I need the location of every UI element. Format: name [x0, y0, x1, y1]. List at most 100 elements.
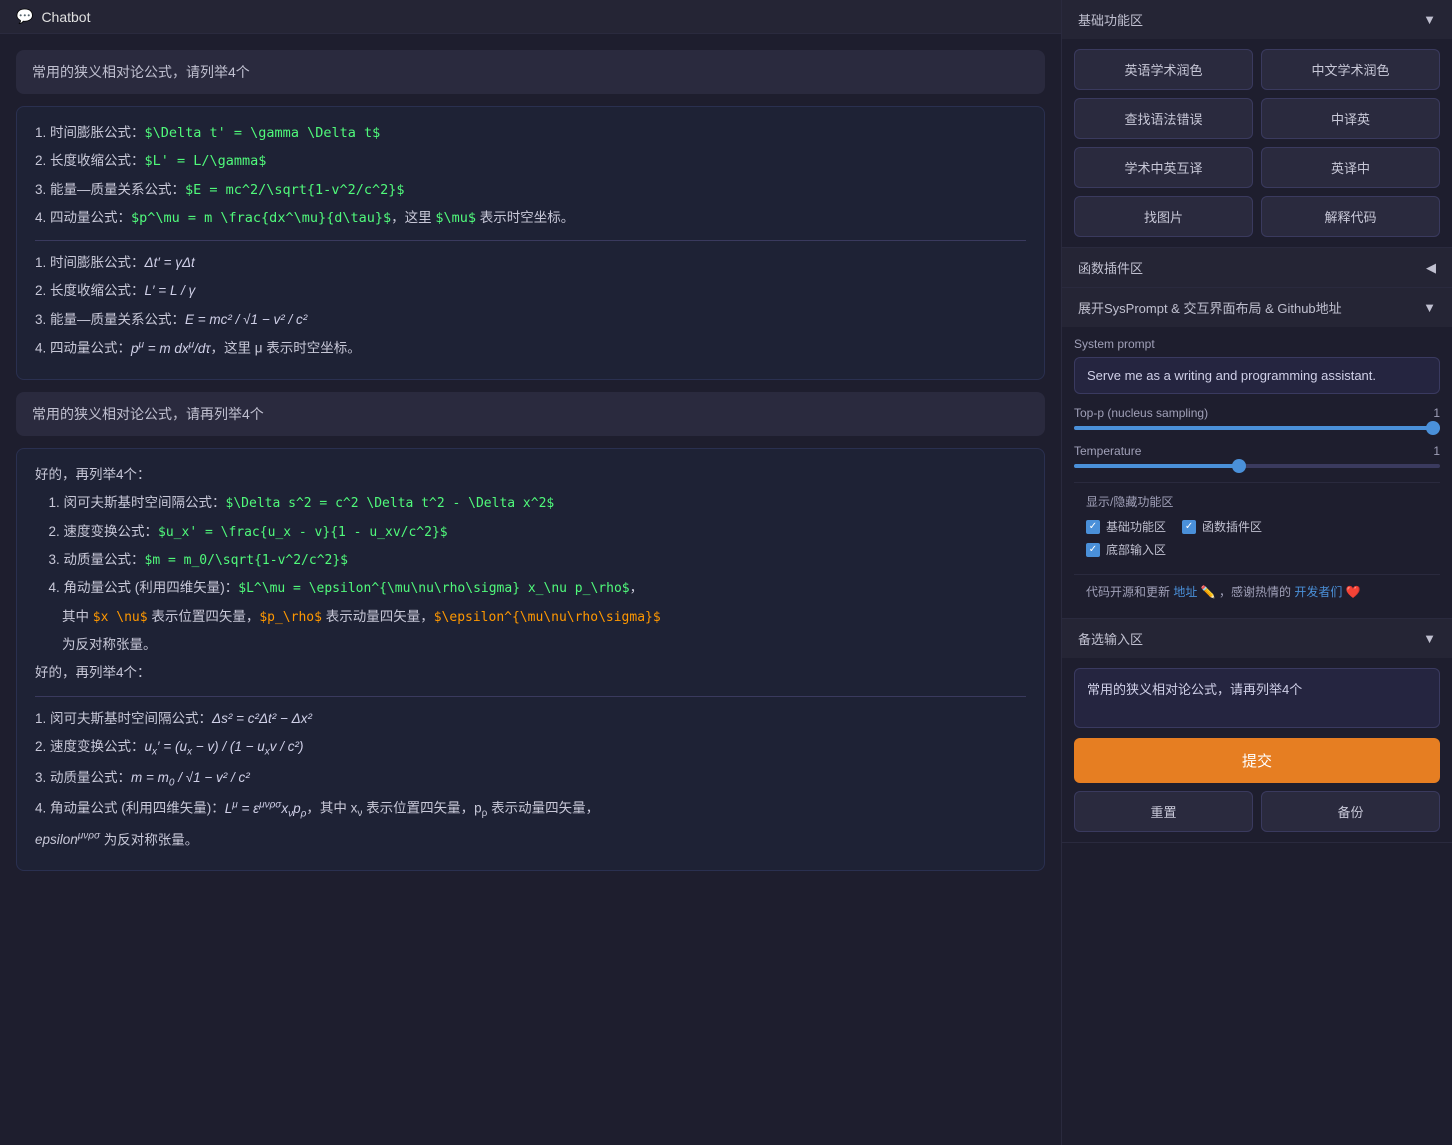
resp1-line2: 2. 长度收缩公式：$L' = L/\gamma$	[35, 149, 1026, 173]
btn-grammar-check[interactable]: 查找语法错误	[1074, 98, 1253, 139]
heart-icon: ❤️	[1346, 585, 1361, 599]
temperature-value: 1	[1433, 444, 1440, 458]
resp1-intro: 1. 时间膨胀公式：$\Delta t' = \gamma \Delta t$	[35, 121, 1026, 145]
resp1-line3: 3. 能量—质量关系公式：$E = mc^2/\sqrt{1-v^2/c^2}$	[35, 178, 1026, 202]
footer-edit-icon: ✏️	[1201, 585, 1216, 599]
resp2-f1-latex: $\Delta s^2 = c^2 \Delta t^2 - \Delta x^…	[226, 496, 555, 511]
top-p-thumb[interactable]	[1426, 421, 1440, 435]
sys-prompt-header[interactable]: 展开SysPrompt & 交互界面布局 & Github地址 ▼	[1062, 288, 1452, 327]
visibility-label: 显示/隐藏功能区	[1086, 493, 1428, 510]
resp2-x: $x \nu$	[93, 610, 148, 625]
system-prompt-value[interactable]: Serve me as a writing and programming as…	[1074, 357, 1440, 394]
resp2-sep-text: 好的，再列举4个：	[35, 661, 1026, 685]
checkbox-bottom-input-box[interactable]: ✓	[1086, 543, 1100, 557]
btn-chinese-polish[interactable]: 中文学术润色	[1261, 49, 1440, 90]
user-message-2-text: 常用的狭义相对论公式，请再列举4个	[32, 406, 264, 422]
basic-functions-section: 基础功能区 ▼ 英语学术润色 中文学术润色 查找语法错误 中译英 学术中英互译 …	[1062, 0, 1452, 248]
checkbox-basic-box[interactable]: ✓	[1086, 520, 1100, 534]
alt-input-placeholder: 常用的狭义相对论公式，请再列举4个	[1087, 682, 1302, 697]
resp1-mu: $\mu$	[435, 210, 476, 226]
resp2-line3: 3. 动质量公式：$m = m_0/\sqrt{1-v^2/c^2}$	[35, 548, 1026, 572]
resp2-p: $p_\rho$	[259, 610, 322, 625]
temperature-label: Temperature	[1074, 444, 1141, 458]
chat-icon: 💬	[16, 8, 33, 25]
backup-button[interactable]: 备份	[1261, 791, 1440, 832]
plugin-functions-label: 函数插件区	[1078, 258, 1143, 277]
submit-button[interactable]: 提交	[1074, 738, 1440, 783]
alt-input-box[interactable]: 常用的狭义相对论公式，请再列举4个	[1074, 668, 1440, 728]
temperature-row: Temperature 1	[1074, 444, 1440, 468]
resp2-rendered4b: epsilonμνρσ 为反对称张量。	[35, 828, 1026, 853]
checkbox-plugin[interactable]: ✓ 函数插件区	[1182, 518, 1262, 535]
plugin-functions-chevron: ◀	[1426, 260, 1436, 276]
temperature-thumb[interactable]	[1232, 459, 1246, 473]
top-p-track[interactable]	[1074, 426, 1440, 430]
checkbox-row-2: ✓ 底部输入区	[1086, 541, 1428, 558]
checkbox-basic[interactable]: ✓ 基础功能区	[1086, 518, 1166, 535]
resp2-line4c: 为反对称张量。	[35, 633, 1026, 657]
resp2-eps: $\epsilon^{\mu\nu\rho\sigma}$	[434, 610, 661, 625]
resp2-f2-latex: $u_x' = \frac{u_x - v}{1 - u_xv/c^2}$	[158, 525, 448, 540]
checkbox-bottom-input[interactable]: ✓ 底部输入区	[1086, 541, 1166, 558]
resp1-rendered2: 2. 长度收缩公式：L′ = L / γ	[35, 279, 1026, 303]
basic-functions-header[interactable]: 基础功能区 ▼	[1062, 0, 1452, 39]
assistant-message-2: 好的，再列举4个： 1. 闵可夫斯基时空间隔公式：$\Delta s^2 = c…	[16, 448, 1045, 872]
user-message-1-text: 常用的狭义相对论公式，请列举4个	[32, 64, 250, 80]
alt-input-content: 常用的狭义相对论公式，请再列举4个 提交 重置 备份	[1062, 658, 1452, 842]
resp2-line4b: 其中 $x \nu$ 表示位置四矢量，$p_\rho$ 表示动量四矢量，$\ep…	[35, 605, 1026, 629]
checkbox-plugin-box[interactable]: ✓	[1182, 520, 1196, 534]
basic-functions-grid: 英语学术润色 中文学术润色 查找语法错误 中译英 学术中英互译 英译中 找图片 …	[1074, 49, 1440, 237]
sys-prompt-content: System prompt Serve me as a writing and …	[1062, 327, 1452, 618]
footer-text: 代码开源和更新	[1086, 585, 1170, 599]
alt-input-header[interactable]: 备选输入区 ▼	[1062, 619, 1452, 658]
resp2-intro: 好的，再列举4个：	[35, 463, 1026, 487]
main-panel: 💬 Chatbot 常用的狭义相对论公式，请列举4个 1. 时间膨胀公式：$\D…	[0, 0, 1062, 1145]
resp2-line1: 1. 闵可夫斯基时空间隔公式：$\Delta s^2 = c^2 \Delta …	[35, 491, 1026, 515]
btn-academic-translate[interactable]: 学术中英互译	[1074, 147, 1253, 188]
alt-input-chevron: ▼	[1423, 631, 1436, 646]
resp1-formula4-latex: $p^\mu = m \frac{dx^\mu}{d\tau}$	[131, 210, 391, 226]
footer-contributors-link[interactable]: 开发者们	[1294, 585, 1342, 599]
sys-prompt-chevron: ▼	[1423, 300, 1436, 315]
system-prompt-label: System prompt	[1074, 337, 1440, 351]
checkbox-row-1: ✓ 基础功能区 ✓ 函数插件区	[1086, 518, 1428, 535]
plugin-functions-header[interactable]: 函数插件区 ◀	[1062, 248, 1452, 287]
user-message-1: 常用的狭义相对论公式，请列举4个	[16, 50, 1045, 94]
header-title: Chatbot	[41, 9, 90, 25]
resp2-f3-latex: $m = m_0/\sqrt{1-v^2/c^2}$	[145, 553, 349, 568]
checkbox-basic-label: 基础功能区	[1106, 518, 1166, 535]
visibility-section: 显示/隐藏功能区 ✓ 基础功能区 ✓ 函数插件区 ✓ 底部输入区	[1074, 482, 1440, 574]
resp1-formula3-latex: $E = mc^2/\sqrt{1-v^2/c^2}$	[185, 182, 404, 198]
resp1-line4: 4. 四动量公式：$p^\mu = m \frac{dx^\mu}{d\tau}…	[35, 206, 1026, 230]
top-p-value: 1	[1433, 406, 1440, 420]
chat-area: 常用的狭义相对论公式，请列举4个 1. 时间膨胀公式：$\Delta t' = …	[0, 34, 1061, 1145]
footer-link-area: 代码开源和更新 地址 ✏️ ，感谢热情的 开发者们 ❤️	[1074, 574, 1440, 608]
sys-prompt-label: 展开SysPrompt & 交互界面布局 & Github地址	[1078, 298, 1342, 317]
alt-input-section: 备选输入区 ▼ 常用的狭义相对论公式，请再列举4个 提交 重置 备份	[1062, 619, 1452, 843]
resp2-line2: 2. 速度变换公式：$u_x' = \frac{u_x - v}{1 - u_x…	[35, 520, 1026, 544]
temperature-label-row: Temperature 1	[1074, 444, 1440, 458]
resp2-f4-latex: $L^\mu = \epsilon^{\mu\nu\rho\sigma} x_\…	[238, 581, 629, 596]
resp1-formula2-latex: $L' = L/\gamma$	[145, 153, 267, 169]
footer-thanks: ，感谢热情的	[1219, 585, 1291, 599]
resp1-rendered4: 4. 四动量公式：pμ = m dxμ/dτ，这里 μ 表示时空坐标。	[35, 336, 1026, 361]
btn-zh-to-en[interactable]: 中译英	[1261, 98, 1440, 139]
footer-address-link[interactable]: 地址	[1173, 585, 1197, 599]
top-p-row: Top-p (nucleus sampling) 1	[1074, 406, 1440, 430]
checkbox-plugin-label: 函数插件区	[1202, 518, 1262, 535]
alt-input-label: 备选输入区	[1078, 629, 1143, 648]
temperature-fill	[1074, 464, 1239, 468]
btn-en-to-zh[interactable]: 英译中	[1261, 147, 1440, 188]
checkbox-bottom-input-label: 底部输入区	[1106, 541, 1166, 558]
resp1-rendered3: 3. 能量—质量关系公式：E = mc² / √1 − v² / c²	[35, 308, 1026, 332]
btn-find-image[interactable]: 找图片	[1074, 196, 1253, 237]
resp2-rendered3: 3. 动质量公式：m = m0 / √1 − v² / c²	[35, 766, 1026, 793]
bottom-buttons: 重置 备份	[1074, 791, 1440, 832]
btn-english-polish[interactable]: 英语学术润色	[1074, 49, 1253, 90]
top-p-label-row: Top-p (nucleus sampling) 1	[1074, 406, 1440, 420]
user-message-2: 常用的狭义相对论公式，请再列举4个	[16, 392, 1045, 436]
plugin-functions-section: 函数插件区 ◀	[1062, 248, 1452, 288]
btn-explain-code[interactable]: 解释代码	[1261, 196, 1440, 237]
reset-button[interactable]: 重置	[1074, 791, 1253, 832]
temperature-track[interactable]	[1074, 464, 1440, 468]
